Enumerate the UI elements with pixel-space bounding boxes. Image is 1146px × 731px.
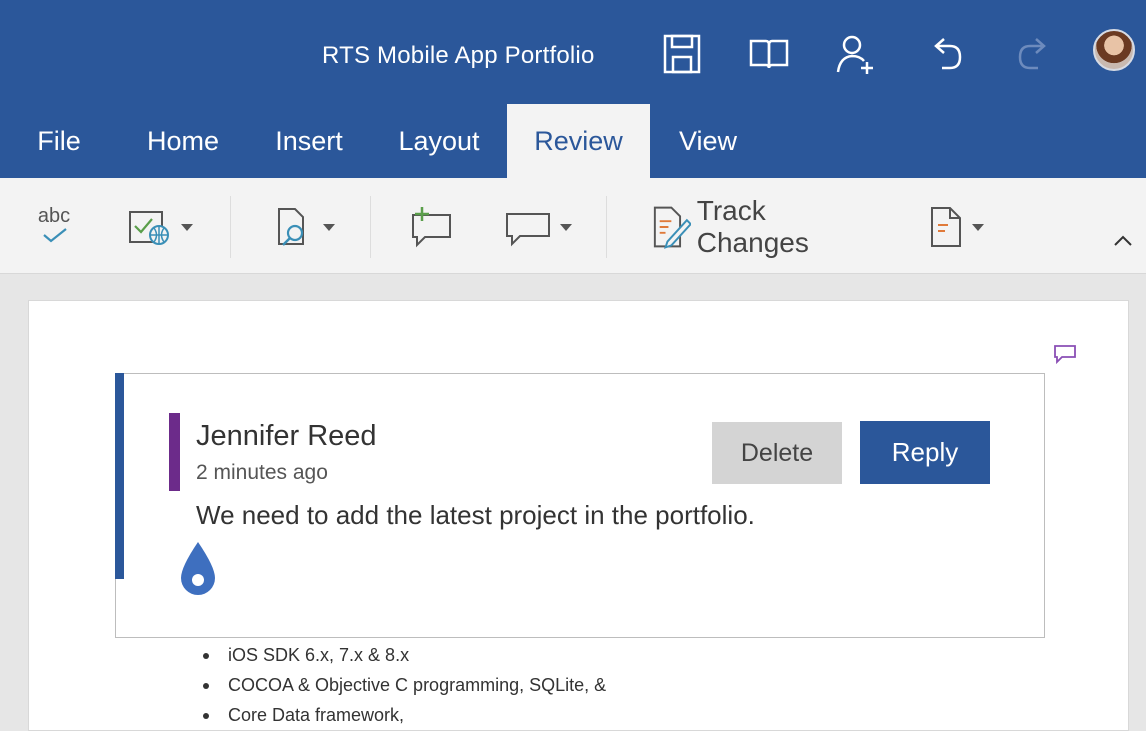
tab-layout[interactable]: Layout bbox=[382, 104, 496, 178]
list-item: Core Data framework, bbox=[198, 702, 606, 731]
document-title: RTS Mobile App Portfolio bbox=[322, 42, 595, 69]
comment-card-accent bbox=[115, 373, 124, 579]
language-dropdown[interactable] bbox=[120, 200, 200, 254]
new-comment-button[interactable] bbox=[402, 200, 458, 254]
author-color-bar bbox=[169, 413, 180, 491]
smart-lookup-dropdown[interactable] bbox=[266, 200, 342, 254]
tab-review[interactable]: Review bbox=[507, 104, 650, 178]
tab-insert[interactable]: Insert bbox=[260, 104, 358, 178]
new-comment-icon bbox=[412, 207, 451, 248]
markup-view-dropdown[interactable] bbox=[920, 200, 992, 254]
selection-handle-icon[interactable] bbox=[178, 540, 218, 603]
redo-icon[interactable] bbox=[1012, 32, 1056, 76]
ribbon-divider bbox=[230, 196, 231, 258]
track-changes-button[interactable]: Track Changes bbox=[650, 195, 880, 258]
share-person-icon[interactable] bbox=[834, 32, 878, 76]
undo-icon[interactable] bbox=[924, 32, 968, 76]
spelling-label: abc bbox=[37, 205, 71, 227]
chevron-down-icon bbox=[181, 223, 193, 231]
chevron-down-icon bbox=[323, 223, 335, 231]
chevron-up-icon bbox=[1114, 235, 1132, 246]
track-changes-label: Track Changes bbox=[696, 195, 809, 258]
translate-globe-icon bbox=[129, 211, 169, 245]
spelling-button[interactable]: abc bbox=[24, 198, 84, 252]
list-item: iOS SDK 6.x, 7.x & 8.x bbox=[198, 642, 606, 672]
tab-view[interactable]: View bbox=[664, 104, 752, 178]
tab-file[interactable]: File bbox=[20, 104, 98, 178]
collapse-ribbon-button[interactable] bbox=[1108, 228, 1138, 254]
comment-text: We need to add the latest project in the… bbox=[196, 500, 755, 530]
comment-author: Jennifer Reed bbox=[196, 420, 377, 452]
document-bullet-list: iOS SDK 6.x, 7.x & 8.x COCOA & Objective… bbox=[198, 642, 606, 731]
checkmark-icon bbox=[43, 228, 67, 243]
tab-home[interactable]: Home bbox=[130, 104, 236, 178]
user-avatar[interactable] bbox=[1093, 29, 1135, 71]
document-search-icon bbox=[278, 208, 304, 246]
track-changes-icon bbox=[653, 206, 691, 249]
reply-button[interactable]: Reply bbox=[860, 421, 990, 484]
list-item: COCOA & Objective C programming, SQLite,… bbox=[198, 672, 606, 702]
chevron-down-icon bbox=[560, 223, 572, 231]
ribbon-divider bbox=[606, 196, 607, 258]
delete-button[interactable]: Delete bbox=[712, 422, 842, 484]
comment-timestamp: 2 minutes ago bbox=[196, 461, 328, 484]
save-icon[interactable] bbox=[660, 32, 704, 76]
comment-icon bbox=[506, 213, 550, 247]
comment-marker-icon[interactable] bbox=[1053, 343, 1077, 370]
ribbon-divider bbox=[370, 196, 371, 258]
chevron-down-icon bbox=[972, 223, 984, 231]
show-comments-dropdown[interactable] bbox=[498, 200, 578, 254]
markup-document-icon bbox=[931, 207, 961, 247]
read-mode-icon[interactable] bbox=[747, 32, 791, 76]
